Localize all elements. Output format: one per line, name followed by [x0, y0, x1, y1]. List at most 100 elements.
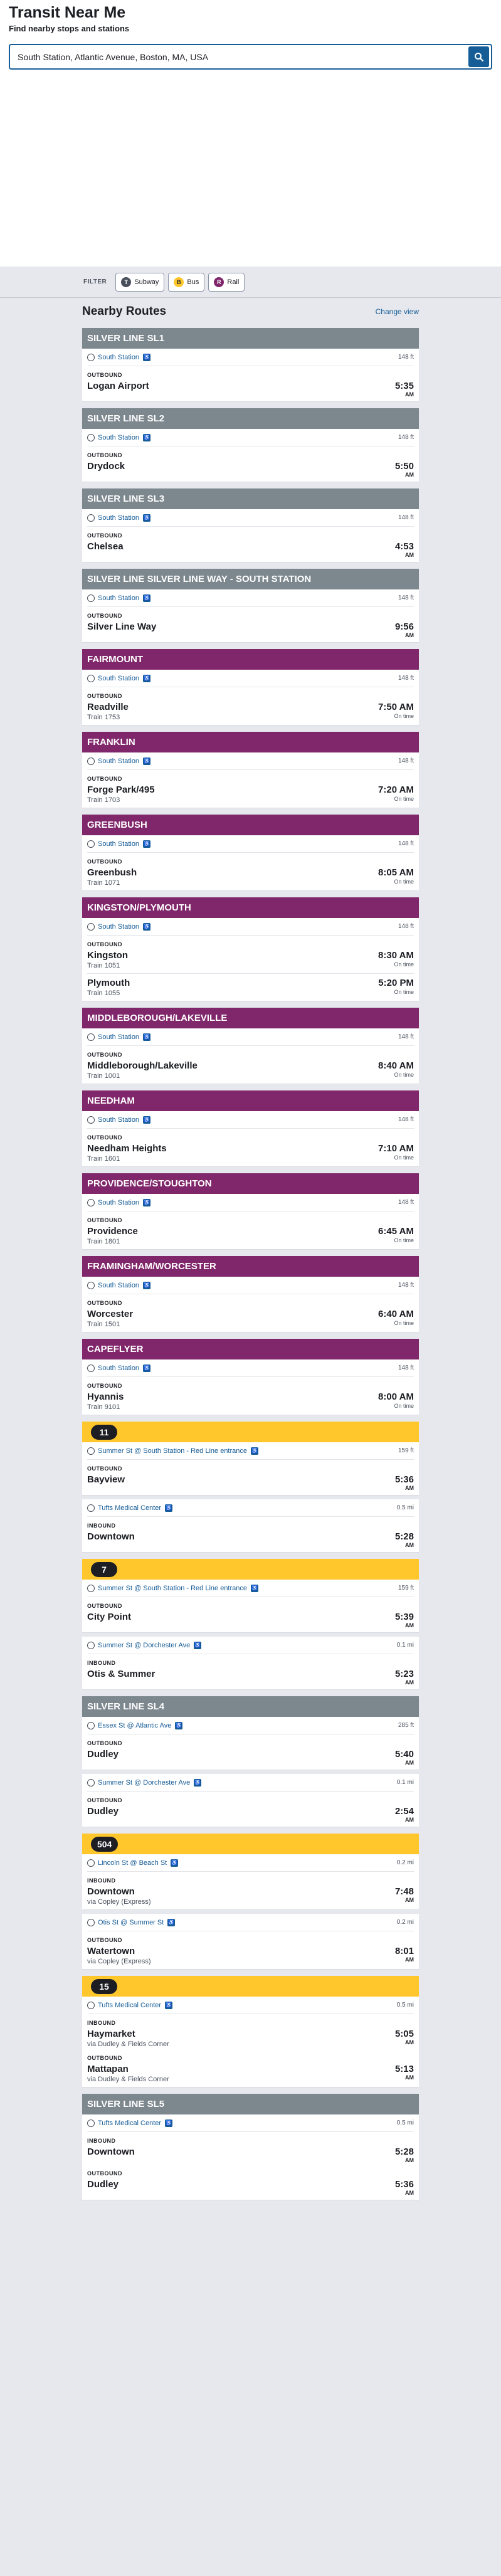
stop-name-link[interactable]: South Station — [98, 434, 139, 441]
headsign-block: Kingston Train 1051 — [87, 950, 128, 969]
filter-subway-button[interactable]: T Subway — [115, 272, 165, 292]
stop-header[interactable]: South Station ♿ 148 ft — [87, 1028, 414, 1046]
stop-name-link[interactable]: South Station — [98, 1199, 139, 1206]
stop-name-link[interactable]: South Station — [98, 1033, 139, 1041]
stop-name-link[interactable]: Tufts Medical Center — [98, 2002, 161, 2009]
stop-header[interactable]: South Station ♿ 148 ft — [87, 1111, 414, 1129]
stop-name-link[interactable]: South Station — [98, 840, 139, 848]
stop-header[interactable]: Summer St @ South Station - Red Line ent… — [87, 1442, 414, 1460]
stop-name-link[interactable]: South Station — [98, 1282, 139, 1289]
stop-header[interactable]: South Station ♿ 148 ft — [87, 1359, 414, 1377]
stop-header[interactable]: South Station ♿ 148 ft — [87, 589, 414, 607]
stop-header[interactable]: South Station ♿ 148 ft — [87, 1277, 414, 1294]
stop-header[interactable]: South Station ♿ 148 ft — [87, 918, 414, 936]
route-header[interactable]: PROVIDENCE/STOUGHTON — [82, 1173, 419, 1194]
departure-time-block: 4:53 AM — [395, 541, 414, 558]
route-header[interactable]: MIDDLEBOROUGH/LAKEVILLE — [82, 1008, 419, 1028]
stop-name-link[interactable]: South Station — [98, 1365, 139, 1372]
departure-row[interactable]: Providence Train 1801 6:45 AM On time — [87, 1223, 414, 1247]
departure-row[interactable]: Dudley 5:40 AM — [87, 1746, 414, 1767]
stop-header[interactable]: Tufts Medical Center ♿ 0.5 mi — [87, 1499, 414, 1517]
stop-header[interactable]: South Station ♿ 148 ft — [87, 835, 414, 853]
stop-header[interactable]: Summer St @ Dorchester Ave ♿ 0.1 mi — [87, 1774, 414, 1792]
departure-row[interactable]: Readville Train 1753 7:50 AM On time — [87, 699, 414, 722]
stop-header[interactable]: South Station ♿ 148 ft — [87, 509, 414, 527]
departure-row[interactable]: Chelsea 4:53 AM — [87, 539, 414, 559]
route-header[interactable]: SILVER LINE SL3 — [82, 488, 419, 509]
departure-row[interactable]: Downtown via Copley (Express) 7:48 AM — [87, 1884, 414, 1907]
route-header[interactable]: 7 — [82, 1559, 419, 1580]
stop-name-link[interactable]: Lincoln St @ Beach St — [98, 1859, 167, 1867]
stop-name-link[interactable]: South Station — [98, 675, 139, 682]
departure-row[interactable]: Worcester Train 1501 6:40 AM On time — [87, 1306, 414, 1329]
stop-name-link[interactable]: Summer St @ South Station - Red Line ent… — [98, 1585, 247, 1592]
stop-header[interactable]: South Station ♿ 148 ft — [87, 429, 414, 446]
departure-row[interactable]: Dudley 5:36 AM — [87, 2177, 414, 2197]
stop-header[interactable]: Essex St @ Atlantic Ave ♿ 285 ft — [87, 1717, 414, 1734]
route-header[interactable]: GREENBUSH — [82, 815, 419, 835]
route-header[interactable]: SILVER LINE SL1 — [82, 328, 419, 349]
search-input[interactable]: South Station, Atlantic Avenue, Boston, … — [10, 52, 468, 62]
route-header[interactable]: CAPEFLYER — [82, 1339, 419, 1359]
departure-row[interactable]: Bayview 5:36 AM — [87, 1472, 414, 1492]
stop-header[interactable]: Lincoln St @ Beach St ♿ 0.2 mi — [87, 1854, 414, 1872]
stop-name-link[interactable]: Tufts Medical Center — [98, 1504, 161, 1512]
stop-header[interactable]: Tufts Medical Center ♿ 0.5 mi — [87, 1997, 414, 2014]
departure-row[interactable]: Watertown via Copley (Express) 8:01 AM — [87, 1943, 414, 1966]
departure-row[interactable]: Silver Line Way 9:56 AM — [87, 619, 414, 640]
departure-row[interactable]: Mattapan via Dudley & Fields Corner 5:13 AM — [87, 2061, 414, 2084]
stop-name-link[interactable]: South Station — [98, 594, 139, 602]
stop-name-link[interactable]: Summer St @ Dorchester Ave — [98, 1779, 190, 1787]
route-header[interactable]: NEEDHAM — [82, 1090, 419, 1111]
route-header[interactable]: FRAMINGHAM/WORCESTER — [82, 1256, 419, 1277]
departure-row[interactable]: Drydock 5:50 AM — [87, 458, 414, 479]
departure-row[interactable]: Kingston Train 1051 8:30 AM On time — [87, 948, 414, 971]
stop-name-link[interactable]: South Station — [98, 757, 139, 765]
stop-name-link[interactable]: South Station — [98, 354, 139, 361]
stop-header[interactable]: South Station ♿ 148 ft — [87, 349, 414, 366]
departure-row[interactable]: Plymouth Train 1055 5:20 PM On time — [87, 973, 414, 998]
stop-header[interactable]: Tufts Medical Center ♿ 0.5 mi — [87, 2114, 414, 2132]
route-header[interactable]: FAIRMOUNT — [82, 649, 419, 670]
stop-name-link[interactable]: Essex St @ Atlantic Ave — [98, 1722, 171, 1729]
departure-row[interactable]: Downtown 5:28 AM — [87, 2144, 414, 2165]
filter-bus-button[interactable]: B Bus — [168, 272, 205, 292]
route-header[interactable]: SILVER LINE SL4 — [82, 1696, 419, 1717]
stop-header[interactable]: South Station ♿ 148 ft — [87, 1194, 414, 1211]
stop-distance: 159 ft — [398, 1447, 414, 1454]
departure-row[interactable]: Greenbush Train 1071 8:05 AM On time — [87, 865, 414, 888]
departure-row[interactable]: Haymarket via Dudley & Fields Corner 5:05 A… — [87, 2026, 414, 2049]
stop-header[interactable]: Summer St @ South Station - Red Line ent… — [87, 1580, 414, 1597]
departure-row[interactable]: Otis & Summer 5:23 AM — [87, 1666, 414, 1687]
stop-header[interactable]: South Station ♿ 148 ft — [87, 752, 414, 770]
departure-row[interactable]: Downtown 5:28 AM — [87, 1529, 414, 1549]
search-button[interactable] — [468, 46, 489, 67]
route-header[interactable]: 11 — [82, 1422, 419, 1442]
route-header[interactable]: 504 — [82, 1834, 419, 1854]
stop-header[interactable]: South Station ♿ 148 ft — [87, 670, 414, 687]
route-header[interactable]: KINGSTON/PLYMOUTH — [82, 897, 419, 918]
departure-row[interactable]: Needham Heights Train 1601 7:10 AM On time — [87, 1141, 414, 1164]
filter-rail-button[interactable]: R Rail — [208, 272, 245, 292]
route-header[interactable]: SILVER LINE SILVER LINE WAY - SOUTH STAT… — [82, 569, 419, 589]
stop-name-link[interactable]: South Station — [98, 923, 139, 931]
stop-header[interactable]: Otis St @ Summer St ♿ 0.2 mi — [87, 1914, 414, 1931]
stop-name-link[interactable]: Otis St @ Summer St — [98, 1919, 164, 1926]
departure-row[interactable]: Forge Park/495 Train 1703 7:20 AM On time — [87, 782, 414, 805]
stop-header[interactable]: Summer St @ Dorchester Ave ♿ 0.1 mi — [87, 1637, 414, 1654]
departure-row[interactable]: Hyannis Train 9101 8:00 AM On time — [87, 1389, 414, 1412]
stop-name-link[interactable]: Tufts Medical Center — [98, 2119, 161, 2127]
departure-row[interactable]: Dudley 2:54 AM — [87, 1803, 414, 1824]
change-view-link[interactable]: Change view — [376, 307, 419, 316]
route-header[interactable]: SILVER LINE SL2 — [82, 408, 419, 429]
stop-name-link[interactable]: Summer St @ Dorchester Ave — [98, 1642, 190, 1649]
route-header[interactable]: FRANKLIN — [82, 732, 419, 752]
departure-row[interactable]: Middleborough/Lakeville Train 1001 8:40 AM… — [87, 1058, 414, 1081]
stop-name-link[interactable]: South Station — [98, 514, 139, 522]
stop-name-link[interactable]: South Station — [98, 1116, 139, 1124]
route-header[interactable]: 15 — [82, 1976, 419, 1997]
departure-row[interactable]: City Point 5:39 AM — [87, 1609, 414, 1630]
departure-row[interactable]: Logan Airport 5:35 AM — [87, 378, 414, 399]
route-header[interactable]: SILVER LINE SL5 — [82, 2094, 419, 2114]
stop-name-link[interactable]: Summer St @ South Station - Red Line ent… — [98, 1447, 247, 1455]
